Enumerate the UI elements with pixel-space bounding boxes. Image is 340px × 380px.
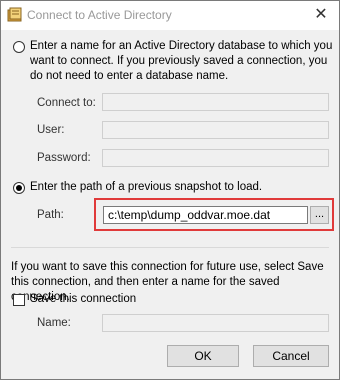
database-radio[interactable]: [13, 41, 25, 53]
connect-to-label: Connect to:: [37, 97, 96, 109]
ok-button[interactable]: OK: [167, 345, 239, 367]
password-label: Password:: [37, 152, 91, 164]
title-bar[interactable]: Connect to Active Directory ✕: [1, 1, 339, 30]
password-field[interactable]: [102, 149, 329, 167]
close-icon[interactable]: ✕: [309, 5, 333, 25]
cancel-button[interactable]: Cancel: [253, 345, 329, 367]
highlight-box: [94, 198, 334, 231]
divider: [11, 247, 329, 248]
database-option-line-3: do not need to enter a database name.: [30, 70, 229, 82]
save-connection-checkbox[interactable]: [13, 294, 25, 306]
database-option-line-2: want to connect. If you previously saved…: [30, 55, 328, 67]
connect-dialog: Connect to Active Directory ✕ Enter a na…: [0, 0, 340, 380]
snapshot-radio[interactable]: [13, 182, 25, 194]
address-book-icon: [7, 7, 23, 23]
snapshot-option-text[interactable]: Enter the path of a previous snapshot to…: [30, 180, 262, 195]
user-field[interactable]: [102, 121, 329, 139]
user-label: User:: [37, 124, 65, 136]
connect-to-field[interactable]: [102, 93, 329, 111]
database-option-line-1: Enter a name for an Active Directory dat…: [30, 40, 333, 52]
window-title: Connect to Active Directory: [27, 8, 172, 22]
save-connection-label[interactable]: Save this connection: [30, 292, 136, 307]
name-label: Name:: [37, 317, 71, 329]
database-option-text[interactable]: Enter a name for an Active Directory dat…: [30, 39, 335, 84]
name-field[interactable]: [102, 314, 329, 332]
path-label: Path:: [37, 209, 64, 221]
save-instructions-line-1: If you want to save this connection for …: [11, 261, 324, 273]
